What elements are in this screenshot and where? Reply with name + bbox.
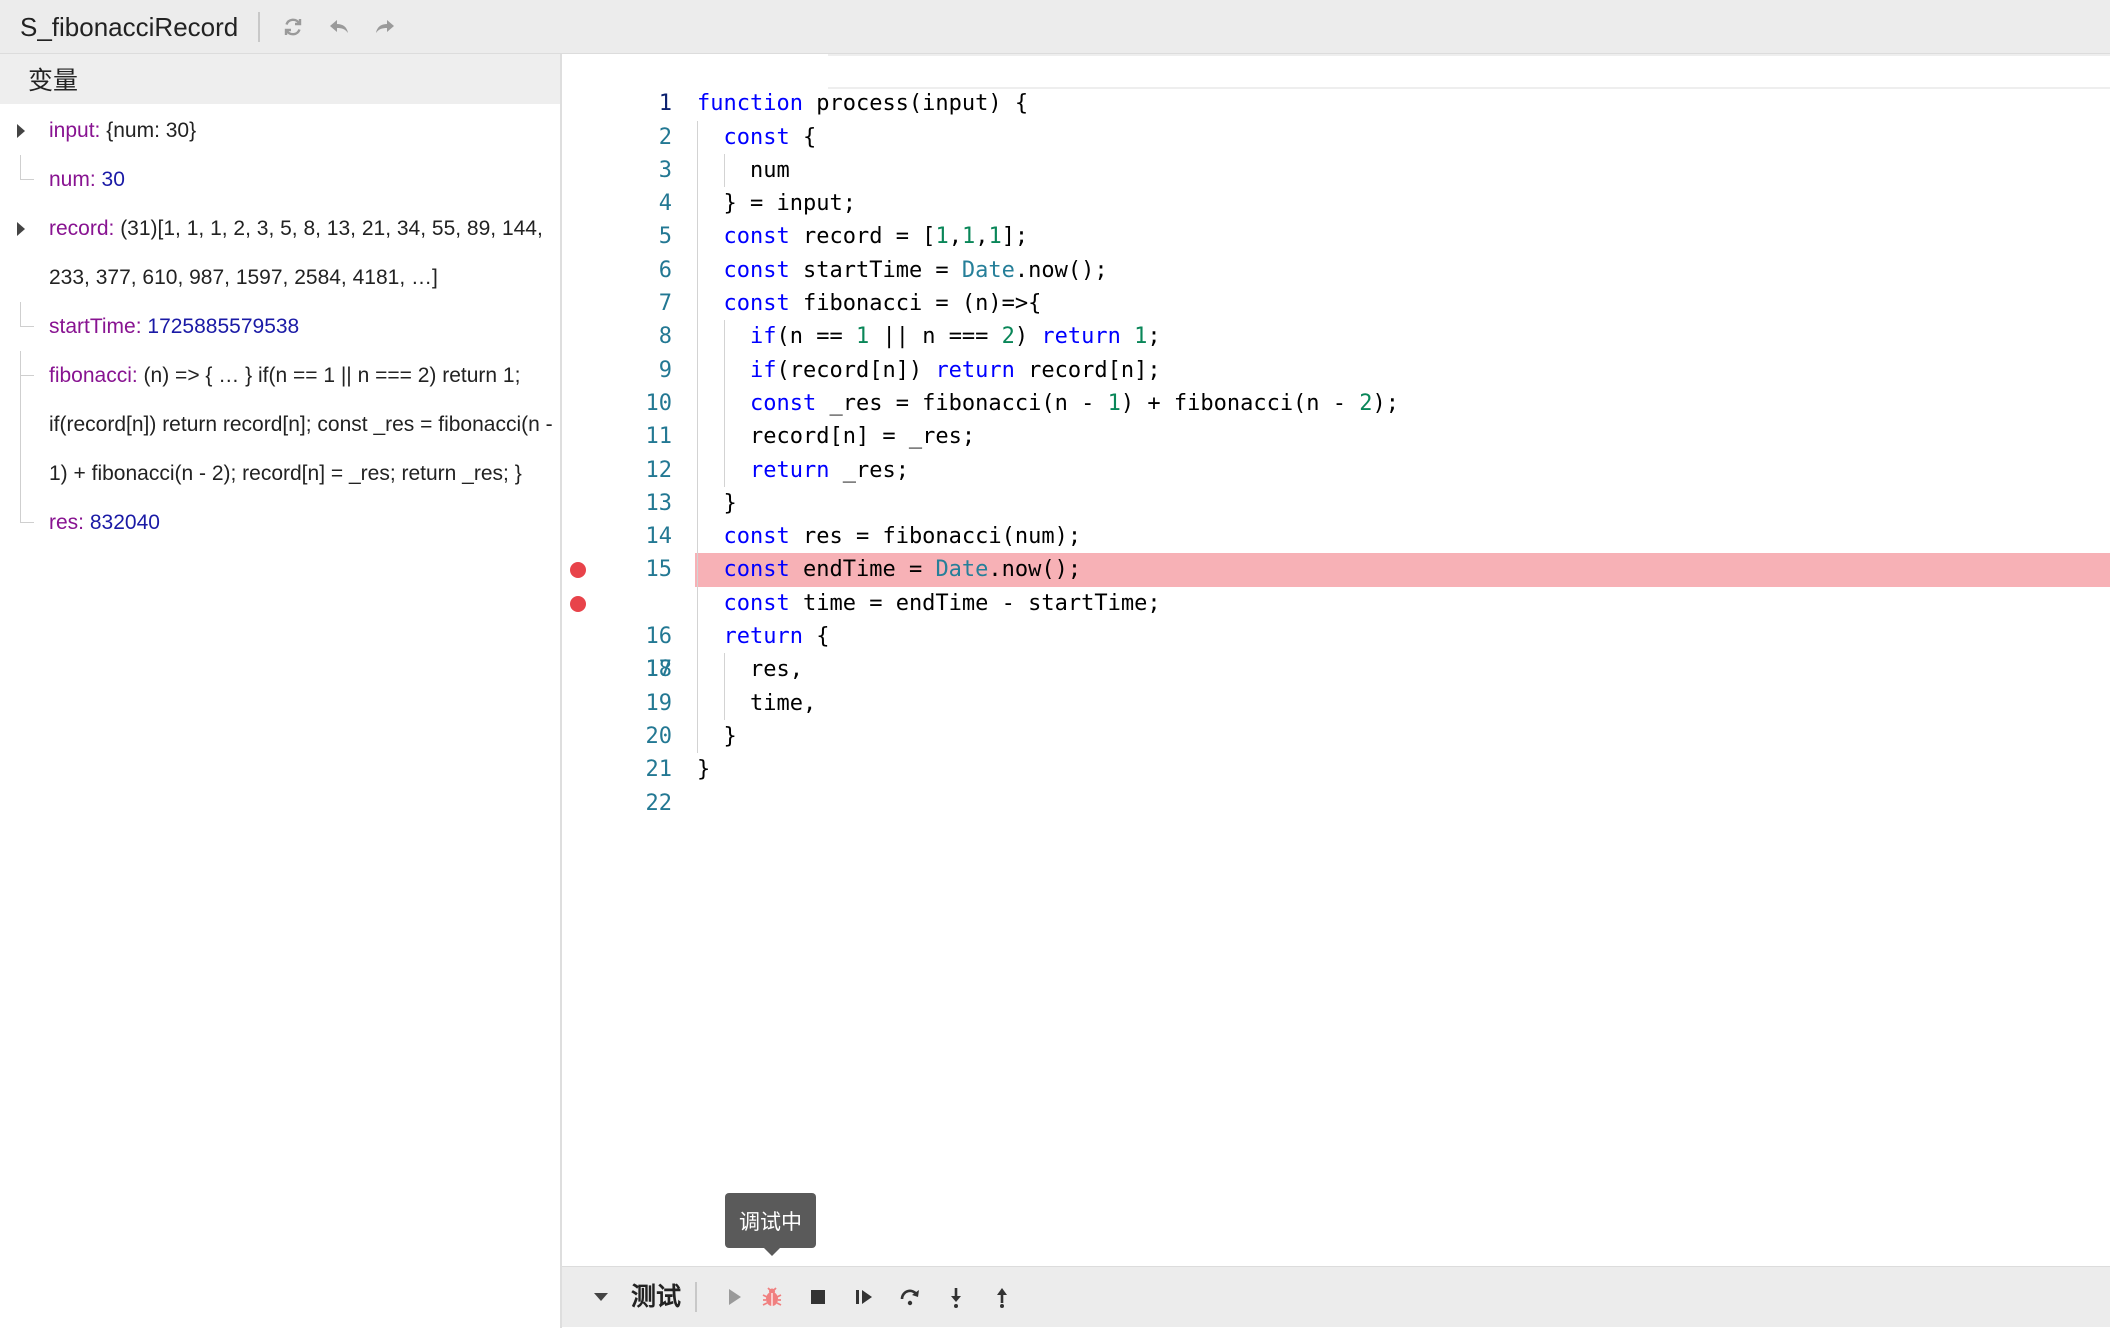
code-line-18[interactable]: 18 return { — [562, 620, 2110, 682]
title-bar: S_fibonacciRecord — [0, 0, 2110, 54]
breakpoint-icon[interactable] — [570, 595, 586, 612]
code-line-10[interactable]: 10 if(record[n]) return record[n]; — [562, 353, 2110, 416]
code-line-5[interactable]: 5 } = input; — [562, 187, 2110, 249]
debug-toolbar: 测试 — [562, 1266, 2110, 1327]
variable-starttime[interactable]: startTime: 1725885579538 — [0, 302, 560, 351]
variable-fibonacci[interactable]: fibonacci: (n) => { … } if(n == 1 || n =… — [0, 351, 560, 498]
code-line-6[interactable]: 6 const record = [1,1,1]; — [562, 220, 2110, 283]
code-line-15[interactable]: 15 const res = fibonacci(num); — [562, 520, 2110, 582]
debug-bug-icon[interactable] — [757, 1282, 787, 1312]
code-line-20[interactable]: 20 time, — [562, 686, 2110, 749]
step-over-icon[interactable] — [895, 1282, 925, 1312]
variable-record[interactable]: record: (31)[1, 1, 1, 2, 3, 5, 8, 13, 21… — [0, 204, 560, 302]
code-line-14[interactable]: 14 } — [562, 486, 2110, 549]
variables-panel-title: 变量 — [0, 54, 560, 104]
variable-input[interactable]: input: {num: 30} — [0, 106, 560, 155]
step-into-icon[interactable] — [941, 1282, 971, 1312]
code-line-7[interactable]: 7 const startTime = Date.now(); — [562, 253, 2110, 316]
code-line-21[interactable]: 21 } — [562, 719, 2110, 782]
code-line-22[interactable]: 22 } — [562, 753, 2110, 815]
stop-icon[interactable] — [803, 1282, 833, 1312]
refresh-icon[interactable] — [280, 14, 306, 40]
code-line-2[interactable]: 2 function process(input) { — [562, 87, 2110, 149]
code-line-11[interactable]: 11 const _res = fibonacci(n - 1) + fibon… — [562, 386, 2110, 449]
variables-panel: 变量 input: {num: 30} num: 30 record: (31)… — [0, 54, 562, 1328]
line-number[interactable]: 22 — [582, 787, 673, 820]
code-line-9[interactable]: 9 if(n == 1 || n === 2) return 1; — [562, 320, 2110, 383]
code-lines: 1 2 function process(input) { 3 const { … — [562, 54, 2110, 816]
code-line-1[interactable]: 1 — [562, 54, 2110, 116]
expand-arrow-icon[interactable] — [17, 222, 25, 236]
code-line-16[interactable]: 16 const endTime = Date.now(); — [562, 553, 2110, 649]
code-line-3[interactable]: 3 const { — [562, 120, 2110, 183]
expand-arrow-icon[interactable] — [17, 124, 25, 138]
current-line-indicator — [828, 54, 2110, 89]
code-line-17[interactable]: 17 const time = endTime - startTime; — [562, 586, 2110, 682]
undo-icon[interactable] — [326, 14, 352, 40]
step-out-icon[interactable] — [987, 1282, 1017, 1312]
step-icon[interactable] — [849, 1282, 879, 1312]
continue-icon[interactable] — [719, 1282, 749, 1312]
debug-label: 测试 — [631, 1282, 698, 1312]
document-title: S_fibonacciRecord — [20, 11, 261, 42]
variables-list: input: {num: 30} num: 30 record: (31)[1,… — [0, 104, 560, 547]
breakpoint-icon[interactable] — [570, 562, 586, 579]
variable-res[interactable]: res: 832040 — [0, 498, 560, 547]
debugging-tooltip: 调试中 — [725, 1193, 816, 1256]
code-line-19[interactable]: 19 res, — [562, 653, 2110, 716]
code-line-13[interactable]: 13 return _res; — [562, 453, 2110, 516]
code-line-4[interactable]: 4 num — [562, 153, 2110, 216]
variable-num[interactable]: num: 30 — [0, 155, 560, 204]
code-editor[interactable]: 1 2 function process(input) { 3 const { … — [562, 54, 2110, 1266]
code-line-8[interactable]: 8 const fibonacci = (n)=>{ — [562, 287, 2110, 349]
chevron-down-icon[interactable] — [594, 1293, 608, 1301]
redo-icon[interactable] — [372, 14, 398, 40]
code-line-12[interactable]: 12 record[n] = _res; — [562, 420, 2110, 483]
